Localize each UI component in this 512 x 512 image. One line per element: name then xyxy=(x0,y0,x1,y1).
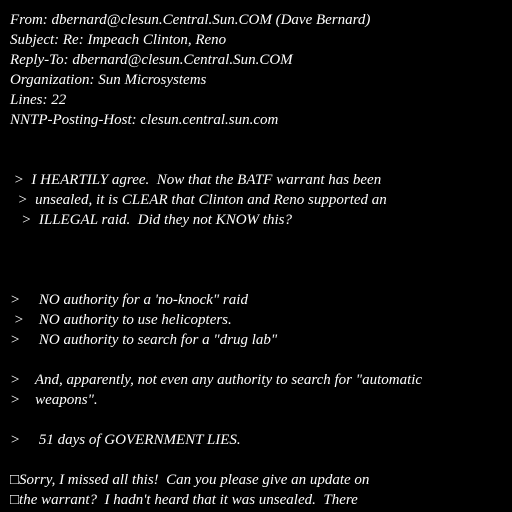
quoted-line: > unsealed, it is CLEAR that Clinton and… xyxy=(10,192,387,208)
quoted-line: > 51 days of GOVERNMENT LIES. xyxy=(10,432,241,448)
quoted-line: > NO authority to search for a "drug lab… xyxy=(10,332,278,348)
quoted-line: > ILLEGAL raid. Did they not KNOW this? xyxy=(10,212,292,228)
quoted-line: > weapons". xyxy=(10,392,98,408)
reply-line: □Sorry, I missed all this! Can you pleas… xyxy=(10,472,370,488)
quoted-line: > NO authority to use helicopters. xyxy=(10,312,232,328)
message-view: From: dbernard@clesun.Central.Sun.COM (D… xyxy=(0,0,512,512)
header-subject: Subject: Re: Impeach Clinton, Reno xyxy=(10,32,227,48)
header-lines: Lines: 22 xyxy=(10,92,67,108)
quoted-line: > I HEARTILY agree. Now that the BATF wa… xyxy=(10,172,382,188)
quoted-line: > And, apparently, not even any authorit… xyxy=(10,372,423,388)
header-organization: Organization: Sun Microsystems xyxy=(10,72,207,88)
header-nntp-posting-host: NNTP-Posting-Host: clesun.central.sun.co… xyxy=(10,112,279,128)
header-reply-to: Reply-To: dbernard@clesun.Central.Sun.CO… xyxy=(10,52,293,68)
reply-line: □the warrant? I hadn't heard that it was… xyxy=(10,492,358,508)
header-from: From: dbernard@clesun.Central.Sun.COM (D… xyxy=(10,12,371,28)
quoted-line: > NO authority for a 'no-knock" raid xyxy=(10,292,248,308)
